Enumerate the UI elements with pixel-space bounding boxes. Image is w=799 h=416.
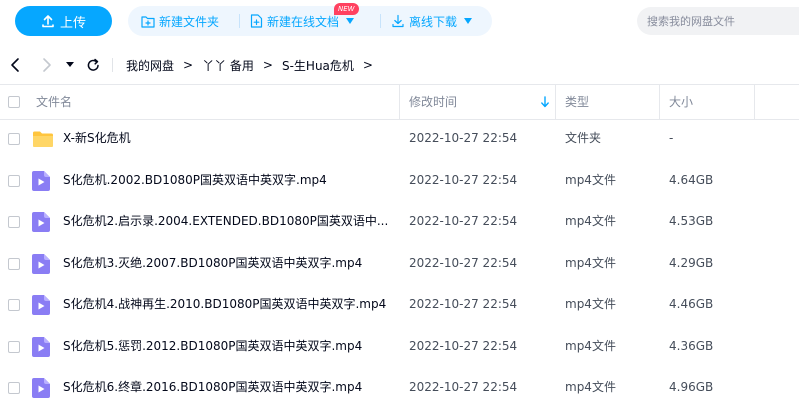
- toolbar-divider: [239, 14, 240, 28]
- new-folder-button[interactable]: 新建文件夹: [141, 6, 219, 36]
- file-modified-time: 2022-10-27 22:54: [409, 173, 518, 187]
- upload-icon: [42, 15, 54, 28]
- table-row[interactable]: S化危机4.战神再生.2010.BD1080P国英双语中英双字.mp4 2022…: [0, 284, 799, 325]
- video-file-icon: [32, 212, 50, 232]
- file-name[interactable]: S化危机4.战神再生.2010.BD1080P国英双语中英双字.mp4: [63, 284, 398, 325]
- breadcrumb-item-current[interactable]: S-生Hua危机: [282, 57, 354, 74]
- history-dropdown-icon[interactable]: [66, 62, 74, 68]
- row-checkbox[interactable]: [8, 133, 20, 145]
- row-checkbox[interactable]: [8, 258, 20, 270]
- breadcrumb-item[interactable]: 我的网盘: [126, 57, 174, 74]
- column-header-type[interactable]: 类型: [565, 85, 589, 119]
- back-arrow-icon[interactable]: [9, 57, 23, 73]
- video-file-icon: [32, 254, 50, 274]
- video-file-icon: [32, 378, 50, 398]
- row-checkbox[interactable]: [8, 216, 20, 228]
- video-file-icon: [32, 295, 50, 315]
- folder-icon: [33, 131, 53, 147]
- forward-arrow-icon[interactable]: [39, 57, 53, 73]
- file-type: mp4文件: [565, 214, 616, 228]
- arrow-down-icon[interactable]: [540, 96, 550, 108]
- file-modified-time: 2022-10-27 22:54: [409, 256, 518, 270]
- breadcrumb-separator: >: [262, 58, 273, 72]
- file-name[interactable]: X-新S化危机: [63, 118, 398, 159]
- column-divider[interactable]: [555, 85, 556, 119]
- new-document-icon: [250, 14, 263, 28]
- file-size: 4.29GB: [669, 256, 714, 270]
- table-row[interactable]: S化危机.2002.BD1080P国英双语中英双字.mp4 2022-10-27…: [0, 160, 799, 201]
- file-size: 4.46GB: [669, 297, 714, 311]
- breadcrumb-separator: >: [183, 58, 194, 72]
- file-size: -: [669, 131, 674, 145]
- video-file-icon: [32, 171, 50, 191]
- new-folder-icon: [141, 15, 155, 28]
- file-modified-time: 2022-10-27 22:54: [409, 297, 518, 311]
- file-size: 4.96GB: [669, 380, 714, 394]
- file-modified-time: 2022-10-27 22:54: [409, 339, 518, 353]
- breadcrumb: 我的网盘 > 丫丫 备用 > S-生Hua危机 >: [126, 50, 382, 80]
- column-divider[interactable]: [399, 85, 400, 119]
- file-name[interactable]: S化危机.2002.BD1080P国英双语中英双字.mp4: [63, 160, 398, 201]
- table-row[interactable]: S化危机2.启示录.2004.EXTENDED.BD1080P国英双语中... …: [0, 201, 799, 242]
- file-size: 4.36GB: [669, 339, 714, 353]
- new-online-doc-label: 新建在线文档: [267, 14, 340, 29]
- new-badge: NEW: [334, 3, 359, 15]
- offline-download-label: 离线下载: [409, 14, 458, 29]
- file-type: mp4文件: [565, 173, 616, 187]
- file-type: mp4文件: [565, 297, 616, 311]
- breadcrumb-item[interactable]: 丫丫 备用: [202, 57, 254, 74]
- upload-label: 上传: [59, 15, 86, 31]
- column-divider[interactable]: [754, 85, 755, 119]
- offline-download-button[interactable]: 离线下载: [391, 6, 473, 36]
- row-checkbox[interactable]: [8, 341, 20, 353]
- table-row[interactable]: X-新S化危机 2022-10-27 22:54 文件夹 -: [0, 118, 799, 159]
- refresh-icon[interactable]: [86, 57, 101, 73]
- search-input[interactable]: [637, 7, 799, 35]
- row-checkbox[interactable]: [8, 299, 20, 311]
- column-divider[interactable]: [659, 85, 660, 119]
- chevron-down-icon: [346, 18, 355, 24]
- upload-button[interactable]: 上传: [15, 6, 112, 36]
- file-type: mp4文件: [565, 256, 616, 270]
- file-table-header: 文件名 修改时间 类型 大小: [0, 84, 799, 120]
- file-modified-time: 2022-10-27 22:54: [409, 380, 518, 394]
- file-modified-time: 2022-10-27 22:54: [409, 214, 518, 228]
- toolbar-divider: [380, 14, 381, 28]
- file-name[interactable]: S化危机2.启示录.2004.EXTENDED.BD1080P国英双语中...: [63, 201, 398, 242]
- file-size: 4.53GB: [669, 214, 714, 228]
- column-header-name[interactable]: 文件名: [36, 85, 72, 119]
- column-header-modified[interactable]: 修改时间: [409, 85, 457, 119]
- table-row[interactable]: S化危机3.灭绝.2007.BD1080P国英双语中英双字.mp4 2022-1…: [0, 243, 799, 284]
- table-row[interactable]: S化危机6.终章.2016.BD1080P国英双语中英双字.mp4 2022-1…: [0, 367, 799, 408]
- download-icon: [392, 14, 404, 28]
- navigation-bar: 我的网盘 > 丫丫 备用 > S-生Hua危机 >: [0, 50, 799, 80]
- file-modified-time: 2022-10-27 22:54: [409, 131, 518, 145]
- table-row[interactable]: S化危机5.惩罚.2012.BD1080P国英双语中英双字.mp4 2022-1…: [0, 326, 799, 367]
- column-header-size[interactable]: 大小: [669, 85, 693, 119]
- chevron-down-icon: [464, 18, 473, 24]
- file-type: 文件夹: [565, 131, 602, 145]
- row-checkbox[interactable]: [8, 382, 20, 394]
- select-all-checkbox[interactable]: [8, 96, 20, 108]
- file-size: 4.64GB: [669, 173, 714, 187]
- file-name[interactable]: S化危机5.惩罚.2012.BD1080P国英双语中英双字.mp4: [63, 326, 398, 367]
- new-folder-label: 新建文件夹: [159, 14, 220, 29]
- row-checkbox[interactable]: [8, 175, 20, 187]
- nav-divider: [112, 58, 113, 72]
- file-name[interactable]: S化危机3.灭绝.2007.BD1080P国英双语中英双字.mp4: [63, 243, 398, 284]
- toolbar-actions: 新建文件夹 新建在线文档 NEW 离线下载: [128, 3, 492, 36]
- video-file-icon: [32, 337, 50, 357]
- file-name[interactable]: S化危机6.终章.2016.BD1080P国英双语中英双字.mp4: [63, 367, 398, 408]
- toolbar: 上传 新建文件夹 新建在线文档 NEW 离线下载: [0, 0, 799, 44]
- breadcrumb-separator: >: [362, 58, 373, 72]
- file-type: mp4文件: [565, 339, 616, 353]
- file-type: mp4文件: [565, 380, 616, 394]
